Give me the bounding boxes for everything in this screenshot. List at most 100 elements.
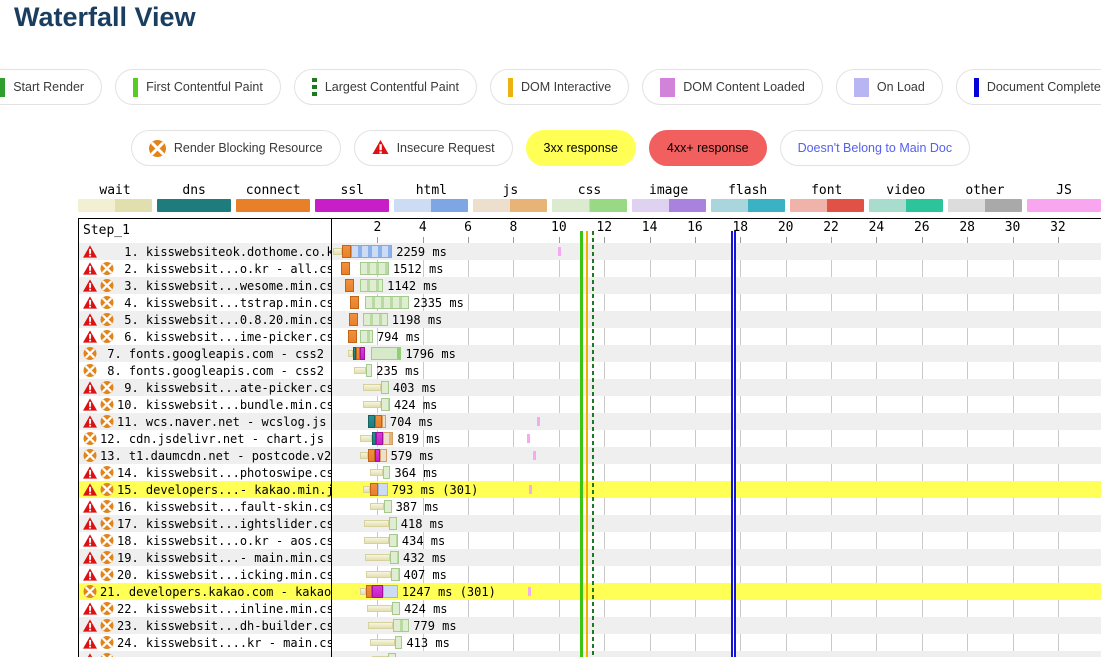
request-row-6[interactable]: 6. kisswebsit...ime-picker.css794 ms [79, 328, 1101, 345]
request-info[interactable]: 13. t1.daumcdn.net - postcode.v2.js [79, 447, 331, 464]
wait-phase-segment[interactable] [367, 605, 392, 612]
request-info[interactable]: 9. kisswebsit...ate-picker.css [79, 379, 331, 396]
request-info[interactable]: 3. kisswebsit...wesome.min.css [79, 277, 331, 294]
request-url[interactable]: 17. kisswebsit...ightslider.css [117, 517, 331, 531]
css-phase-segment[interactable] [366, 364, 372, 377]
request-bar-lane[interactable]: 2335 ms [331, 294, 1101, 311]
request-bar-lane[interactable]: 432 ms [331, 549, 1101, 566]
html-phase-segment[interactable] [351, 245, 392, 258]
connect-phase-segment[interactable] [350, 296, 359, 309]
request-row-9[interactable]: 9. kisswebsit...ate-picker.css403 ms [79, 379, 1101, 396]
request-info[interactable] [79, 651, 331, 657]
request-row-21[interactable]: 21. developers.kakao.com - kakao.js1247 … [79, 583, 1101, 600]
wait-phase-segment[interactable] [368, 622, 393, 629]
request-url[interactable]: 10. kisswebsit...bundle.min.css [117, 398, 331, 412]
js-phase-segment[interactable] [380, 449, 387, 462]
request-row-24[interactable]: 24. kisswebsit....kr - main.css413 ms [79, 634, 1101, 651]
dns-phase-segment[interactable] [368, 415, 375, 428]
request-url[interactable]: 8. fonts.googleapis.com - css2 [100, 364, 324, 378]
request-bar-lane[interactable]: 2259 ms [331, 243, 1101, 260]
request-info[interactable]: 16. kisswebsit...fault-skin.css [79, 498, 331, 515]
wait-phase-segment[interactable] [366, 571, 391, 578]
request-info[interactable]: 17. kisswebsit...ightslider.css [79, 515, 331, 532]
css-phase-segment[interactable] [389, 517, 397, 530]
ssl-phase-segment[interactable] [376, 432, 383, 445]
request-bar-lane[interactable]: 413 ms [331, 634, 1101, 651]
request-info[interactable]: 24. kisswebsit....kr - main.css [79, 634, 331, 651]
request-row-1[interactable]: 1. kisswebsiteok.dothome.co.kr - /2259 m… [79, 243, 1101, 260]
wait-phase-segment[interactable] [363, 384, 381, 391]
request-info[interactable]: 11. wcs.naver.net - wcslog.js [79, 413, 331, 430]
request-info[interactable]: 2. kisswebsit...o.kr - all.css [79, 260, 331, 277]
css-phase-segment[interactable] [390, 551, 399, 564]
request-info[interactable]: 21. developers.kakao.com - kakao.js [79, 583, 331, 600]
request-bar-lane[interactable]: 793 ms (301) [331, 481, 1101, 498]
request-bar-lane[interactable]: 424 ms [331, 600, 1101, 617]
css-phase-segment[interactable] [389, 534, 398, 547]
request-row-25[interactable] [79, 651, 1101, 657]
request-url[interactable]: 19. kisswebsit...- main.min.css [117, 551, 331, 565]
css-phase-segment[interactable] [365, 296, 409, 309]
css-phase-segment[interactable] [393, 619, 409, 632]
request-url[interactable]: 23. kisswebsit...dh-builder.css [117, 619, 331, 633]
connect-phase-segment[interactable] [345, 279, 354, 292]
request-bar-lane[interactable]: 434 ms [331, 532, 1101, 549]
css-phase-segment[interactable] [395, 636, 403, 649]
request-bar-lane[interactable]: 1142 ms [331, 277, 1101, 294]
request-row-23[interactable]: 23. kisswebsit...dh-builder.css779 ms [79, 617, 1101, 634]
connect-phase-segment[interactable] [341, 262, 350, 275]
request-url[interactable]: 24. kisswebsit....kr - main.css [117, 636, 331, 650]
css-phase-segment[interactable] [363, 313, 388, 326]
request-row-7[interactable]: 7. fonts.googleapis.com - css21796 ms [79, 345, 1101, 362]
request-url[interactable]: 13. t1.daumcdn.net - postcode.v2.js [100, 449, 331, 463]
request-bar-lane[interactable]: 704 ms [331, 413, 1101, 430]
request-info[interactable]: 15. developers...- kakao.min.js [79, 481, 331, 498]
request-url[interactable]: 4. kisswebsit...tstrap.min.css [117, 296, 331, 310]
css-phase-segment[interactable] [381, 381, 389, 394]
request-bar-lane[interactable]: 1198 ms [331, 311, 1101, 328]
connect-phase-segment[interactable] [342, 245, 351, 258]
request-url[interactable]: 6. kisswebsit...ime-picker.css [117, 330, 331, 344]
css-phase-segment[interactable] [392, 602, 400, 615]
request-url[interactable]: 15. developers...- kakao.min.js [117, 483, 331, 497]
request-info[interactable]: 12. cdn.jsdelivr.net - chart.js [79, 430, 331, 447]
connect-phase-segment[interactable] [368, 449, 375, 462]
request-bar-lane[interactable]: 424 ms [331, 396, 1101, 413]
wait-phase-segment[interactable] [360, 435, 371, 442]
css-phase-segment[interactable] [360, 279, 383, 292]
request-url[interactable]: 16. kisswebsit...fault-skin.css [117, 500, 331, 514]
request-info[interactable]: 14. kisswebsit...photoswipe.css [79, 464, 331, 481]
request-bar-lane[interactable]: 403 ms [331, 379, 1101, 396]
request-row-20[interactable]: 20. kisswebsit...icking.min.css407 ms [79, 566, 1101, 583]
request-bar-lane[interactable]: 418 ms [331, 515, 1101, 532]
request-bar-lane[interactable]: 794 ms [331, 328, 1101, 345]
request-row-12[interactable]: 12. cdn.jsdelivr.net - chart.js819 ms [79, 430, 1101, 447]
ssl-phase-segment[interactable] [372, 585, 383, 598]
request-bar-lane[interactable]: 1512 ms [331, 260, 1101, 277]
request-url[interactable]: 2. kisswebsit...o.kr - all.css [117, 262, 331, 276]
request-row-16[interactable]: 16. kisswebsit...fault-skin.css387 ms [79, 498, 1101, 515]
request-bar-lane[interactable]: 819 ms [331, 430, 1101, 447]
request-row-15[interactable]: 15. developers...- kakao.min.js793 ms (3… [79, 481, 1101, 498]
request-row-18[interactable]: 18. kisswebsit...o.kr - aos.css434 ms [79, 532, 1101, 549]
css-phase-segment[interactable] [360, 330, 372, 343]
request-row-19[interactable]: 19. kisswebsit...- main.min.css432 ms [79, 549, 1101, 566]
wait-phase-segment[interactable] [363, 401, 381, 408]
wait-phase-segment[interactable] [333, 248, 343, 255]
request-row-14[interactable]: 14. kisswebsit...photoswipe.css364 ms [79, 464, 1101, 481]
request-info[interactable]: 4. kisswebsit...tstrap.min.css [79, 294, 331, 311]
request-url[interactable]: 3. kisswebsit...wesome.min.css [117, 279, 331, 293]
request-info[interactable]: 18. kisswebsit...o.kr - aos.css [79, 532, 331, 549]
connect-phase-segment[interactable] [349, 313, 358, 326]
request-info[interactable]: 22. kisswebsit...inline.min.css [79, 600, 331, 617]
css-phase-segment[interactable] [371, 347, 402, 360]
request-url[interactable]: 7. fonts.googleapis.com - css2 [100, 347, 324, 361]
request-row-4[interactable]: 4. kisswebsit...tstrap.min.css2335 ms [79, 294, 1101, 311]
css-phase-segment[interactable] [383, 466, 390, 479]
html-phase-segment[interactable] [378, 483, 388, 496]
css-phase-segment[interactable] [360, 262, 388, 275]
request-info[interactable]: 19. kisswebsit...- main.min.css [79, 549, 331, 566]
request-url[interactable]: 14. kisswebsit...photoswipe.css [117, 466, 331, 480]
ssl-phase-segment[interactable] [360, 347, 365, 360]
request-info[interactable]: 6. kisswebsit...ime-picker.css [79, 328, 331, 345]
